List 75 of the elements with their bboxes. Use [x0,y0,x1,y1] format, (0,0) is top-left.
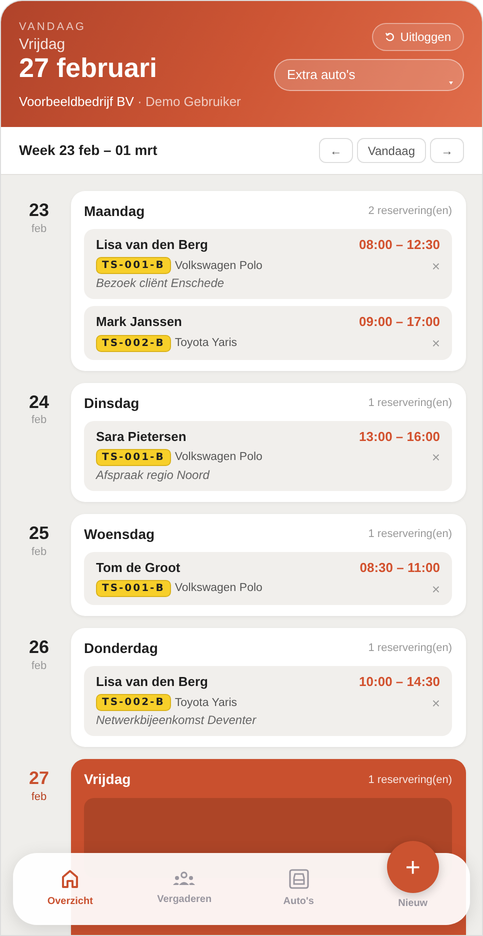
weekday-title: Woensdag [84,524,155,544]
month-label: feb [30,544,48,560]
car-model: Toyota Yaris [174,336,238,350]
remove-button[interactable]: × [432,336,440,350]
car-model: Volkswagen Polo [174,581,262,596]
license-plate: TS-002-B [96,694,171,712]
reservation-card[interactable]: Mark Janssen 09:00 – 17:00 TS-002-B Toyota Yaris × [84,306,452,360]
previous-week-button[interactable]: ← [318,138,353,163]
weekday-label: Vrijdag [19,36,66,54]
license-plate: TS-001-B [96,580,171,597]
reservation-count: 1 reservering(en) [368,396,452,411]
car-icon [288,869,309,889]
month-label: feb [30,790,48,806]
remove-button[interactable]: × [432,450,440,464]
day-number: 23 [28,201,50,221]
logout-button[interactable]: Uitloggen [372,23,464,51]
nav-tab[interactable]: Vergaderen [127,853,242,925]
reservation-card[interactable]: Lisa van den Berg 10:00 – 14:30 TS-002-B Toyota Yaris × Netwerkbijeenkomst Deventer [84,666,452,736]
person-name: Sara Pietersen [96,428,186,445]
car-model: Volkswagen Polo [174,450,262,464]
day-number: 26 [28,638,50,658]
nav-tab[interactable]: Nieuw [398,896,428,911]
weekday-title: Dinsdag [84,394,140,413]
reservation-count: 2 reservering(en) [368,204,452,220]
reservation-note: Afspraak regio Noord [96,468,211,483]
company-name: Voorbeeldbedrijf BV [19,94,134,110]
day-number: 27 [28,769,50,790]
person-name: Mark Janssen [96,314,182,330]
next-week-button[interactable]: → [430,138,464,163]
add-button[interactable]: + [386,841,439,893]
time-range: 09:00 – 17:00 [359,314,440,330]
time-range: 08:30 – 11:00 [360,560,440,576]
reservation-count: 1 reservering(en) [368,641,452,656]
person-name: Lisa van den Berg [96,674,208,690]
refresh-icon [385,32,396,42]
reservation-count: 1 reservering(en) [368,772,452,788]
weekday-title: Maandag [84,202,145,221]
license-plate: TS-002-B [96,334,171,352]
user-name: Demo Gebruiker [146,94,241,110]
time-range: 08:00 – 12:30 [359,237,440,254]
car-model: Toyota Yaris [174,696,238,710]
month-label: feb [30,222,48,237]
car-model: Volkswagen Polo [174,258,262,273]
week-title: Week 23 feb – 01 mrt [19,141,158,160]
date-title: 27 februari [19,54,158,84]
day-number: 24 [28,392,50,412]
weekday-title: Donderdag [84,639,158,658]
person-name: Lisa van den Berg [96,237,208,254]
nav-tab[interactable]: Auto's [242,853,356,925]
month-label: feb [30,658,48,674]
license-plate: TS-001-B [96,257,171,274]
person-name: Tom de Groot [96,560,180,576]
home-icon [61,869,80,889]
remove-button[interactable]: × [432,258,440,273]
reservation-count: 1 reservering(en) [368,527,452,542]
reservation-note: Bezoek cliënt Enschede [96,276,226,292]
license-plate: TS-001-B [96,448,171,466]
time-range: 13:00 – 16:00 [359,428,440,445]
reservation-note: Netwerkbijeenkomst Deventer [96,713,258,728]
time-range: 10:00 – 14:30 [359,674,440,690]
people-icon [172,871,196,887]
separator-dot: · [138,94,142,110]
eyebrow-label: VANDAAG [19,20,87,35]
month-label: feb [30,413,48,428]
weekday-title: Vrijdag [84,770,131,790]
nav-tab[interactable]: Overzicht [13,853,128,925]
reservation-card[interactable]: Lisa van den Berg 08:00 – 12:30 TS-001-B Volkswagen Polo × Bezoek cliënt Enschede [84,229,452,300]
remove-button[interactable]: × [432,696,440,710]
car-select[interactable]: Extra auto's [274,59,464,91]
reservation-card[interactable]: Tom de Groot 08:30 – 11:00 TS-001-B Volkswagen Polo × [84,552,452,605]
remove-button[interactable]: × [432,582,440,596]
caret-icon [449,81,453,85]
reservation-card[interactable]: Sara Pietersen 13:00 – 16:00 TS-001-B Volkswagen Polo × Afspraak regio Noord [84,420,452,491]
day-number: 25 [28,524,50,544]
today-button[interactable]: Vandaag [356,138,426,163]
